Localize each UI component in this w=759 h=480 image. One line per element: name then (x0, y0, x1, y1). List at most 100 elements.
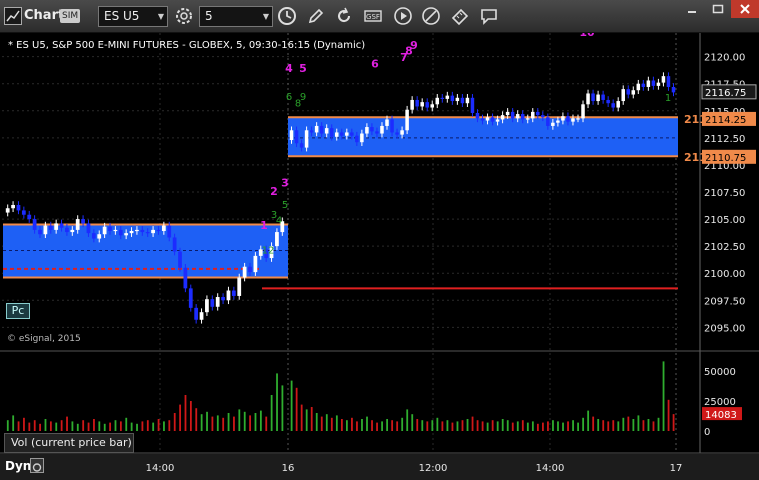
candle-body (188, 288, 193, 308)
interval-value: 5 (205, 9, 213, 23)
candle-body (75, 219, 80, 230)
candle-body (59, 223, 64, 228)
volume-bar (602, 420, 605, 431)
ruler-icon[interactable] (449, 5, 471, 27)
candle-body (520, 114, 525, 120)
candle-body (102, 226, 107, 235)
candle-body (304, 130, 309, 148)
volume-bar (526, 422, 529, 431)
candle-body (641, 83, 646, 87)
candle-body (460, 97, 465, 104)
candle-body (515, 114, 520, 119)
volume-bar (486, 422, 489, 431)
settings-icon[interactable] (30, 458, 44, 473)
interval-dropdown[interactable]: 5 ▼ (199, 6, 273, 27)
volume-bar (28, 422, 31, 431)
candle-body (425, 102, 429, 108)
volume-bar (446, 420, 449, 431)
candle-body (591, 93, 595, 102)
candle-body (27, 214, 32, 220)
gear-icon[interactable] (173, 5, 195, 27)
candle-body (541, 115, 545, 118)
volume-bar (290, 380, 293, 431)
volume-bar (381, 421, 383, 431)
comment-icon[interactable] (478, 5, 500, 27)
volume-bar (511, 422, 514, 431)
refresh-icon[interactable] (333, 5, 355, 27)
candle-body (118, 229, 123, 236)
count-marker: 6 (286, 92, 292, 103)
volume-bar (531, 421, 534, 431)
chart-area[interactable]: 45678910231698534112 2095.002097.502100.… (0, 33, 759, 480)
volume-bar (456, 421, 459, 431)
candle-body (385, 119, 389, 126)
count-marker: 3 (281, 177, 289, 190)
volume-bar (44, 419, 47, 431)
price-tick-label: 2105.00 (704, 215, 745, 226)
volume-bar (547, 421, 549, 431)
volume-bar (592, 416, 595, 431)
candle-body (470, 97, 475, 113)
maximize-icon[interactable] (705, 0, 731, 18)
candle-body (561, 116, 565, 121)
volume-tick-label: 50000 (704, 367, 736, 378)
count-marker: 6 (371, 57, 379, 70)
volume-bar (222, 417, 225, 431)
volume-bar (662, 361, 665, 431)
window-title: Chart (24, 8, 65, 23)
volume-bar (557, 421, 559, 431)
candle-body (314, 125, 319, 133)
candle-body (237, 277, 242, 296)
volume-bar (667, 399, 670, 431)
volume-bar (71, 421, 74, 431)
volume-bar (6, 420, 9, 431)
candle-body (546, 117, 550, 126)
candle-body (551, 122, 555, 126)
volume-bar (396, 421, 399, 431)
volume-tick-label: 25000 (704, 397, 736, 408)
symbol-value: ES U5 (104, 9, 140, 23)
candle-body (81, 219, 85, 224)
volume-bar (310, 407, 313, 431)
candle-body (334, 132, 339, 137)
price-chart[interactable]: 45678910231698534112 2095.002097.502100.… (0, 33, 759, 480)
candle-body (129, 230, 134, 234)
candle-body (420, 102, 424, 107)
chart-app-icon (4, 7, 22, 25)
clock-icon[interactable] (276, 5, 298, 27)
volume-bar (195, 408, 198, 431)
volume-bar (340, 419, 343, 431)
gsf-icon[interactable]: GSF (362, 5, 384, 27)
count-marker: 2 (270, 185, 278, 198)
candle-body (581, 104, 585, 119)
chart-window-titlebar: Chart SIM ES U5 ▼ 5 ▼ GSF (0, 0, 759, 33)
pc-button[interactable]: Pc (6, 303, 30, 319)
volume-bar (371, 420, 373, 431)
count-marker: 9 (410, 39, 418, 52)
candle-body (91, 233, 96, 239)
play-icon[interactable] (392, 5, 414, 27)
volume-bar (536, 423, 539, 431)
minimize-icon[interactable] (679, 0, 705, 18)
volume-bar (211, 416, 214, 431)
candle-body (309, 130, 314, 133)
volume-tick-label: 0 (704, 427, 710, 438)
candle-body (221, 297, 225, 301)
candle-body (178, 251, 182, 268)
volume-study-label[interactable]: Vol (current price bar) (4, 433, 134, 453)
volume-bar (471, 416, 474, 431)
candle-body (400, 130, 404, 135)
pencil-icon[interactable] (305, 5, 327, 27)
candle-body (651, 80, 656, 86)
volume-bar (179, 404, 181, 431)
volume-bar (157, 419, 160, 431)
volume-bar (441, 421, 444, 431)
symbol-dropdown[interactable]: ES U5 ▼ (98, 6, 168, 27)
volume-bar (130, 422, 133, 431)
candle-body (586, 93, 590, 105)
chevron-down-icon: ▼ (157, 12, 164, 21)
eraser-icon[interactable] (420, 5, 442, 27)
volume-bar (82, 420, 85, 431)
candle-body (380, 125, 384, 134)
close-icon[interactable] (731, 0, 759, 18)
